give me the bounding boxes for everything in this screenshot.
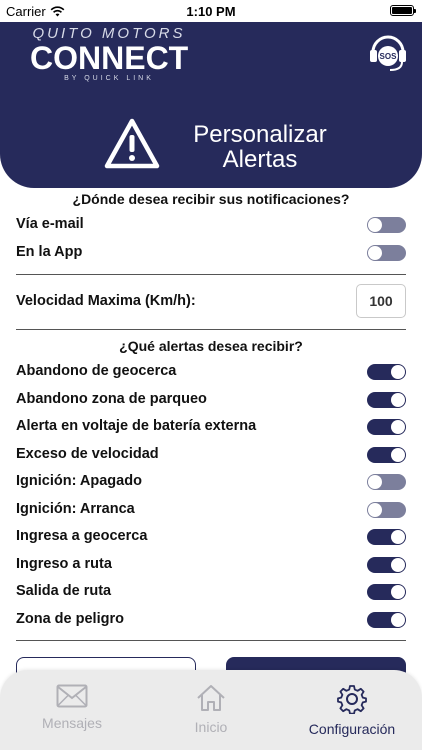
tab-label: Configuración [308, 721, 396, 737]
alert-row: Abandono zona de parqueo [16, 389, 406, 411]
alert-toggle[interactable] [367, 584, 406, 600]
app-toggle[interactable] [367, 245, 406, 261]
alert-label: Alerta en voltaje de batería externa [16, 418, 257, 434]
alert-label: Abandono zona de parqueo [16, 390, 207, 407]
tab-configuracion[interactable]: Configuración [292, 684, 412, 737]
alert-row: Salida de ruta [16, 581, 406, 603]
home-icon [197, 685, 225, 711]
alert-label: Ingresa a geocerca [16, 528, 148, 544]
alerts-heading: ¿Qué alertas desea recibir? [119, 338, 303, 354]
option-label: Vía e-mail [16, 216, 84, 232]
alert-row: Exceso de velocidad [16, 444, 406, 466]
max-speed-input[interactable] [356, 284, 406, 318]
alert-label: Abandono de geocerca [16, 363, 177, 379]
alert-toggle[interactable] [367, 556, 406, 573]
alert-toggle[interactable] [367, 391, 406, 408]
status-time: 1:10 PM [186, 4, 236, 19]
app-logo: QUITO MOTORS CONNECT BY QUICK LINK [30, 26, 188, 84]
status-bar: Carrier 1:10 PM [0, 0, 422, 22]
divider [16, 274, 406, 275]
page-banner: Personalizar Alertas [0, 90, 422, 188]
notification-option-email: Vía e-mail [16, 214, 406, 236]
notifications-heading: ¿Dónde desea recibir sus notificaciones? [72, 191, 350, 207]
alert-row: Ingresa a geocerca [16, 526, 406, 548]
tab-inicio[interactable]: Inicio [151, 684, 271, 735]
alert-toggle[interactable] [367, 419, 406, 435]
tab-mensajes[interactable]: Mensajes [12, 684, 132, 731]
logo-brand-main: CONNECT [30, 40, 189, 76]
alert-label: Ingreso a ruta [16, 555, 112, 572]
max-speed-label: Velocidad Maxima (Km/h): [16, 293, 196, 309]
battery-icon [390, 5, 416, 16]
gear-icon [337, 685, 367, 714]
alert-label: Salida de ruta [16, 583, 112, 599]
warning-icon [104, 118, 160, 169]
app-header: QUITO MOTORS CONNECT BY QUICK LINK SOS [0, 22, 422, 90]
page-title: Personalizar Alertas [193, 121, 327, 173]
alert-label: Zona de peligro [16, 610, 124, 627]
alert-row: Alerta en voltaje de batería externa [16, 416, 406, 438]
tab-bar: Mensajes Inicio Configuración [0, 670, 422, 750]
alert-toggle[interactable] [367, 529, 406, 545]
sos-label: SOS [380, 52, 398, 61]
email-toggle[interactable] [367, 217, 406, 233]
alert-row: Ingreso a ruta [16, 554, 406, 576]
alert-toggle[interactable] [367, 446, 406, 463]
envelope-icon [56, 684, 88, 708]
alert-toggle[interactable] [367, 611, 406, 628]
alert-label: Ignición: Apagado [16, 473, 142, 489]
alert-toggle[interactable] [367, 501, 406, 518]
alert-row: Ignición: Arranca [16, 499, 406, 521]
divider [16, 640, 406, 641]
notification-option-app: En la App [16, 242, 406, 264]
option-label: En la App [16, 244, 83, 260]
max-speed-row: Velocidad Maxima (Km/h): [16, 284, 406, 318]
alert-row: Zona de peligro [16, 609, 406, 631]
alert-label: Exceso de velocidad [16, 445, 159, 462]
alert-toggle[interactable] [367, 364, 406, 380]
alert-row: Ignición: Apagado [16, 471, 406, 493]
alert-toggle[interactable] [367, 474, 406, 490]
divider [16, 329, 406, 330]
alert-label: Ignición: Arranca [16, 500, 135, 517]
tab-label: Inicio [194, 719, 228, 735]
alert-row: Abandono de geocerca [16, 361, 406, 383]
tab-label: Mensajes [42, 715, 102, 731]
headset-sos-icon[interactable]: SOS [368, 30, 408, 74]
